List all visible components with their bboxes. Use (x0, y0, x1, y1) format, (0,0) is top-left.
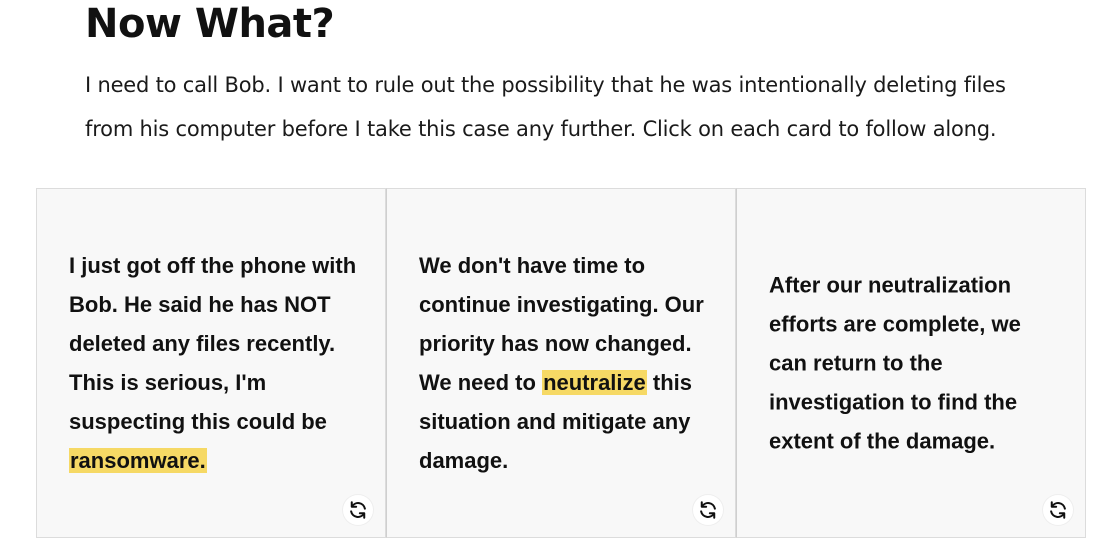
refresh-icon (1047, 499, 1069, 521)
flip-card-button[interactable] (1043, 495, 1073, 525)
flip-card-2[interactable]: We don't have time to continue investiga… (386, 188, 736, 538)
highlighted-term: ransomware. (69, 448, 207, 473)
refresh-icon (347, 499, 369, 521)
card-text-part: After our neutralization efforts are com… (769, 272, 1021, 454)
flip-card-group: I just got off the phone with Bob. He sa… (36, 188, 1086, 538)
flip-card-button[interactable] (693, 495, 723, 525)
intro-paragraph: I need to call Bob. I want to rule out t… (85, 73, 1006, 141)
card-text-part: I just got off the phone with Bob. He sa… (69, 253, 357, 434)
card-text: I just got off the phone with Bob. He sa… (69, 246, 363, 480)
page-title: Now What? (85, 1, 335, 47)
highlighted-term: neutralize (542, 370, 647, 395)
flip-card-3[interactable]: After our neutralization efforts are com… (736, 188, 1086, 538)
card-text: We don't have time to continue investiga… (419, 246, 713, 480)
flip-card-1[interactable]: I just got off the phone with Bob. He sa… (36, 188, 386, 538)
flip-card-button[interactable] (343, 495, 373, 525)
card-text: After our neutralization efforts are com… (769, 266, 1063, 461)
refresh-icon (697, 499, 719, 521)
